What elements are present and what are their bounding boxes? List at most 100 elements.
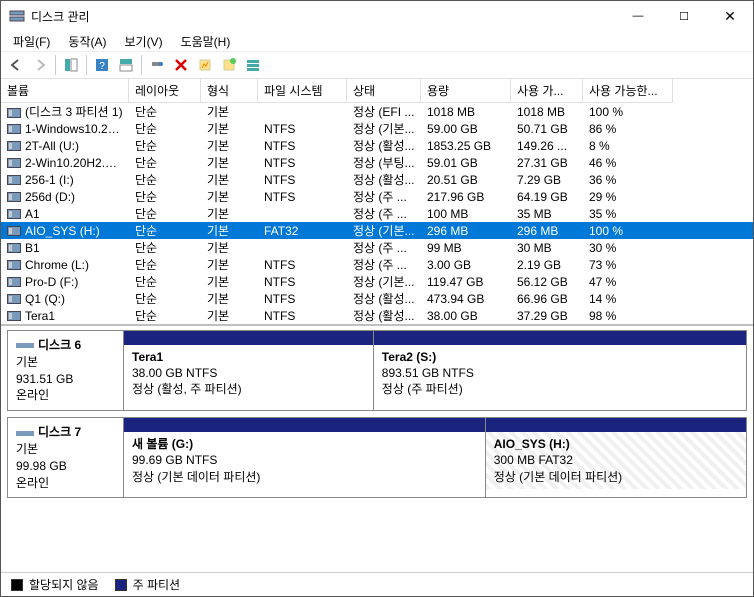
properties-button[interactable] xyxy=(194,54,216,76)
volume-cell-cap: 20.51 GB xyxy=(421,173,511,187)
forward-button[interactable] xyxy=(29,54,51,76)
volume-cell-free: 7.29 GB xyxy=(511,173,583,187)
volume-row[interactable]: 1-Windows10.20...단순기본NTFS정상 (기본...59.00 … xyxy=(1,120,753,137)
partition-name: 새 볼륨 (G:) xyxy=(132,437,193,451)
legend-unallocated-icon xyxy=(11,579,23,591)
legend-primary-icon xyxy=(115,579,127,591)
disk-graphical-pane[interactable]: 디스크 6기본931.51 GB온라인Tera138.00 GB NTFS정상 … xyxy=(1,326,753,572)
volume-cell-cap: 3.00 GB xyxy=(421,258,511,272)
volume-row[interactable]: 2-Win10.20H2.En...단순기본NTFS정상 (부팅...59.01… xyxy=(1,154,753,171)
menu-help[interactable]: 도움말(H) xyxy=(173,31,239,52)
disk-partitions: Tera138.00 GB NTFS정상 (활성, 주 파티션)Tera2 (S… xyxy=(124,331,746,410)
volume-icon xyxy=(7,158,21,168)
view-button-2[interactable] xyxy=(115,54,137,76)
titlebar[interactable]: 디스크 관리 — ☐ ✕ xyxy=(1,1,753,31)
header-pct[interactable]: 사용 가능한... xyxy=(583,79,673,103)
volume-cell-status: 정상 (주 ... xyxy=(347,205,421,222)
volume-icon xyxy=(7,209,21,219)
volume-cell-type: 기본 xyxy=(201,137,258,154)
volume-cell-pct: 30 % xyxy=(583,241,673,255)
volume-row[interactable]: 256-1 (I:)단순기본NTFS정상 (활성...20.51 GB7.29 … xyxy=(1,171,753,188)
volume-cell-cap: 473.94 GB xyxy=(421,292,511,306)
volume-cell-layout: 단순 xyxy=(129,137,201,154)
volume-cell-status: 정상 (기본... xyxy=(347,273,421,290)
volume-icon xyxy=(7,226,21,236)
volume-cell-type: 기본 xyxy=(201,154,258,171)
delete-button[interactable] xyxy=(170,54,192,76)
header-type[interactable]: 형식 xyxy=(201,79,258,103)
volume-cell-pct: 73 % xyxy=(583,258,673,272)
volume-row[interactable]: (디스크 3 파티션 1)단순기본정상 (EFI ...1018 MB1018 … xyxy=(1,103,753,120)
menu-action[interactable]: 동작(A) xyxy=(60,31,114,52)
partition-bar xyxy=(486,418,746,432)
volume-cell-free: 1018 MB xyxy=(511,105,583,119)
volume-cell-cap: 217.96 GB xyxy=(421,190,511,204)
list-button[interactable] xyxy=(242,54,264,76)
header-filesystem[interactable]: 파일 시스템 xyxy=(258,79,347,103)
partition-bar xyxy=(374,331,746,345)
partition-size: 38.00 GB NTFS xyxy=(132,366,217,380)
volume-cell-layout: 단순 xyxy=(129,256,201,273)
help-button[interactable]: ? xyxy=(91,54,113,76)
menu-view[interactable]: 보기(V) xyxy=(116,31,170,52)
volume-cell-layout: 단순 xyxy=(129,103,201,120)
volume-cell-pct: 46 % xyxy=(583,156,673,170)
volume-cell-layout: 단순 xyxy=(129,120,201,137)
close-button[interactable]: ✕ xyxy=(707,1,753,31)
maximize-button[interactable]: ☐ xyxy=(661,1,707,31)
header-free[interactable]: 사용 가... xyxy=(511,79,583,103)
volume-cell-layout: 단순 xyxy=(129,222,201,239)
partition[interactable]: 새 볼륨 (G:)99.69 GB NTFS정상 (기본 데이터 파티션) xyxy=(124,418,485,497)
volume-row[interactable]: A1단순기본정상 (주 ...100 MB35 MB35 % xyxy=(1,205,753,222)
partition-size: 893.51 GB NTFS xyxy=(382,366,474,380)
minimize-button[interactable]: — xyxy=(615,1,661,31)
volume-row[interactable]: Q1 (Q:)단순기본NTFS정상 (활성...473.94 GB66.96 G… xyxy=(1,290,753,307)
volume-row[interactable]: Chrome (L:)단순기본NTFS정상 (주 ...3.00 GB2.19 … xyxy=(1,256,753,273)
partition[interactable]: AIO_SYS (H:)300 MB FAT32정상 (기본 데이터 파티션) xyxy=(485,418,746,497)
volume-row[interactable]: Tera1단순기본NTFS정상 (활성...38.00 GB37.29 GB98… xyxy=(1,307,753,324)
volume-cell-fs: NTFS xyxy=(258,258,347,272)
volume-row[interactable]: 2T-All (U:)단순기본NTFS정상 (활성...1853.25 GB14… xyxy=(1,137,753,154)
refresh-button[interactable] xyxy=(146,54,168,76)
volume-cell-status: 정상 (활성... xyxy=(347,137,421,154)
volume-cell-pct: 8 % xyxy=(583,139,673,153)
volume-cell-type: 기본 xyxy=(201,239,258,256)
view-button-1[interactable] xyxy=(60,54,82,76)
volume-row[interactable]: 256d (D:)단순기본NTFS정상 (주 ...217.96 GB64.19… xyxy=(1,188,753,205)
partition-name: Tera1 xyxy=(132,350,163,364)
menu-file[interactable]: 파일(F) xyxy=(5,31,58,52)
volume-cell-layout: 단순 xyxy=(129,188,201,205)
disk-icon xyxy=(16,431,34,436)
disk-row: 디스크 7기본99.98 GB온라인새 볼륨 (G:)99.69 GB NTFS… xyxy=(7,417,747,498)
header-capacity[interactable]: 용량 xyxy=(421,79,511,103)
volume-row[interactable]: AIO_SYS (H:)단순기본FAT32정상 (기본...296 MB296 … xyxy=(1,222,753,239)
legend-primary-label: 주 파티션 xyxy=(133,576,181,593)
partition[interactable]: Tera138.00 GB NTFS정상 (활성, 주 파티션) xyxy=(124,331,373,410)
volume-list[interactable]: 볼륨 레이아웃 형식 파일 시스템 상태 용량 사용 가... 사용 가능한..… xyxy=(1,79,753,326)
volume-cell-fs: NTFS xyxy=(258,309,347,323)
header-layout[interactable]: 레이아웃 xyxy=(129,79,201,103)
toolbar-separator xyxy=(86,55,87,75)
header-status[interactable]: 상태 xyxy=(347,79,421,103)
volume-icon xyxy=(7,243,21,253)
disk-size: 931.51 GB xyxy=(16,372,73,386)
volume-row[interactable]: Pro-D (F:)단순기본NTFS정상 (기본...119.47 GB56.1… xyxy=(1,273,753,290)
header-volume[interactable]: 볼륨 xyxy=(1,79,129,103)
volume-row[interactable]: B1단순기본정상 (주 ...99 MB30 MB30 % xyxy=(1,239,753,256)
disk-status: 온라인 xyxy=(16,388,49,402)
partition[interactable]: Tera2 (S:)893.51 GB NTFS정상 (주 파티션) xyxy=(373,331,746,410)
volume-cell-pct: 100 % xyxy=(583,105,673,119)
volume-cell-status: 정상 (EFI ... xyxy=(347,103,421,120)
disk-info[interactable]: 디스크 7기본99.98 GB온라인 xyxy=(8,418,124,497)
volume-cell-cap: 1853.25 GB xyxy=(421,139,511,153)
disk-partitions: 새 볼륨 (G:)99.69 GB NTFS정상 (기본 데이터 파티션)AIO… xyxy=(124,418,746,497)
volume-cell-type: 기본 xyxy=(201,256,258,273)
new-button[interactable] xyxy=(218,54,240,76)
volume-cell-name: 2T-All (U:) xyxy=(1,139,129,153)
back-button[interactable] xyxy=(5,54,27,76)
volume-cell-layout: 단순 xyxy=(129,307,201,324)
volume-cell-fs: NTFS xyxy=(258,292,347,306)
legend-unallocated-label: 할당되지 않음 xyxy=(29,576,99,593)
volume-list-header[interactable]: 볼륨 레이아웃 형식 파일 시스템 상태 용량 사용 가... 사용 가능한..… xyxy=(1,79,753,103)
disk-info[interactable]: 디스크 6기본931.51 GB온라인 xyxy=(8,331,124,410)
